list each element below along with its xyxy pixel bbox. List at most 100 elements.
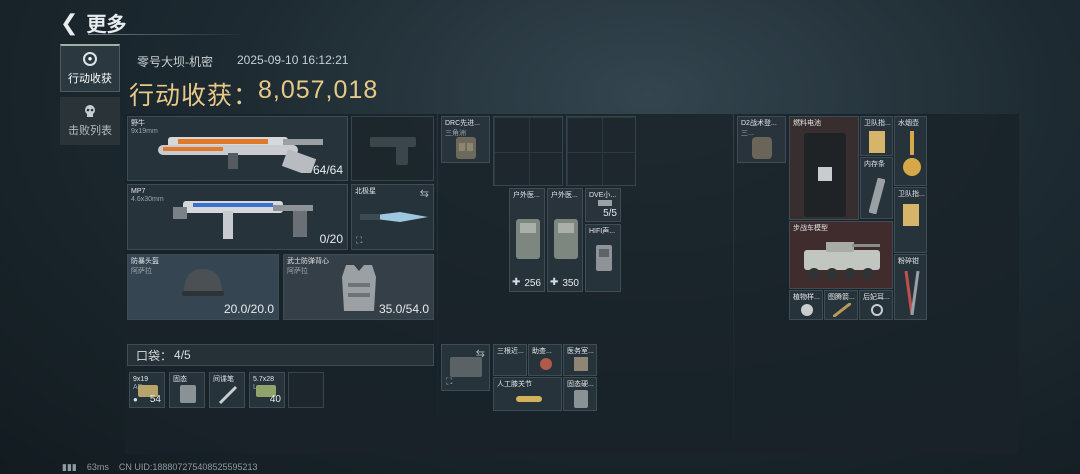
backpack-item[interactable]: 图腾箭...: [824, 290, 858, 320]
backpack-icon: [752, 137, 772, 159]
backpack-item[interactable]: 植物样...: [789, 290, 823, 320]
vest-icon: [342, 265, 376, 311]
back-button[interactable]: ❮ 更多: [60, 8, 126, 37]
backpack-item[interactable]: 卫队指...: [894, 187, 927, 253]
ping: 63ms: [86, 462, 109, 472]
arrow-icon: [833, 303, 851, 317]
memory-stick-icon: [869, 178, 885, 214]
armor-name: 武士防弹背心: [287, 258, 329, 265]
item-icon: [540, 358, 552, 370]
haul-value: 8,057,018: [258, 76, 379, 104]
medkit-icon: [516, 219, 540, 259]
session-datetime: 2025-09-10 16:12:21: [237, 53, 349, 67]
weapon-caliber: 9x19mm: [131, 128, 158, 135]
document-icon: [903, 204, 919, 226]
melee-slot[interactable]: 北极星 ⇆ ⛶: [351, 184, 434, 250]
signal-icon: ▮▮▮: [62, 462, 77, 472]
smg-bizon-icon: [158, 137, 323, 173]
pocket-item[interactable]: 固态: [169, 372, 205, 408]
tab-kill-list[interactable]: 击败列表: [60, 97, 120, 145]
back-label: 更多: [86, 14, 127, 36]
melee-name: 北极星: [355, 188, 376, 195]
pockets-count: 4/5: [174, 348, 191, 362]
swap-icon[interactable]: ⇆: [420, 187, 429, 200]
secure-item[interactable]: 助查...: [528, 344, 562, 376]
unlock-icon: ⛶: [356, 235, 363, 245]
hookah-icon: [903, 131, 921, 176]
fuel-cell-icon: [804, 133, 846, 217]
pockets-label: 口袋：: [136, 348, 173, 363]
pocket-item[interactable]: 5.7x28 L 40: [249, 372, 285, 408]
helmet-name: 防暴头盔: [131, 258, 159, 265]
skull-icon: [85, 105, 95, 117]
secondary-weapon-slot[interactable]: MP7 4.6x30mm 0/20: [127, 184, 348, 250]
target-icon: ●: [83, 51, 97, 66]
backpack-item[interactable]: 燃料电池: [789, 116, 859, 220]
pocket-empty-slot[interactable]: [288, 372, 324, 408]
armor-durability: 35.0/54.0: [378, 302, 429, 316]
rig-item[interactable]: HIFI声...: [585, 224, 621, 292]
dot-icon: ●: [133, 395, 138, 404]
rig-item[interactable]: 户外医... ✚ 350: [547, 188, 583, 292]
pliers-icon: [904, 271, 920, 315]
case-icon: [450, 357, 482, 377]
weapon-name: 野牛: [131, 120, 145, 127]
chest-rig-slot[interactable]: DRC先进... 三角洲: [441, 116, 490, 163]
backpack-item[interactable]: 步战车模型: [789, 221, 893, 289]
backpack-item[interactable]: 卫队指...: [860, 116, 893, 156]
medkit-icon: [554, 219, 578, 259]
user-uid: CN UID:18880727540852559521​3: [118, 462, 258, 472]
secure-case-slot[interactable]: ⇆ ⛶: [441, 344, 490, 391]
haul-label: 行动收获：: [129, 82, 260, 110]
knee-joint-icon: [516, 396, 542, 402]
backpack-item[interactable]: 后妃耳...: [859, 290, 893, 320]
pistol-silhouette-icon: [370, 137, 416, 165]
secure-item[interactable]: 人工膝关节: [493, 377, 562, 411]
rig-item[interactable]: 户外医... ✚ 256: [509, 188, 545, 292]
secure-item[interactable]: 固态硬...: [563, 377, 597, 411]
backpack-slot[interactable]: D2战术登... 三...: [737, 116, 786, 163]
pocket-item[interactable]: 间谍笔: [209, 372, 245, 408]
audio-device-icon: [596, 245, 612, 271]
weapon-ammo: 64/64: [312, 163, 343, 177]
pen-icon: [218, 385, 238, 405]
weapon-name: MP7: [131, 188, 146, 195]
mp7-icon: [173, 201, 313, 239]
weapon-ammo: 0/20: [319, 232, 343, 246]
sidearm-slot[interactable]: [351, 116, 434, 181]
ifv-model-icon: [804, 242, 880, 280]
weapon-caliber: 4.6x30mm: [131, 196, 164, 203]
backpack-item[interactable]: 内存条: [860, 157, 893, 219]
helmet-slot[interactable]: 防暴头盔 阿萨拉 20.0/20.0: [127, 254, 279, 320]
helmet-durability: 20.0/20.0: [223, 302, 274, 316]
secure-item[interactable]: 医务室...: [563, 344, 597, 376]
item-icon: [574, 357, 588, 371]
helmet-icon: [182, 269, 224, 296]
plus-icon: ✚: [512, 277, 521, 288]
pockets-header: 口袋： 4/5: [127, 344, 434, 366]
primary-weapon-slot[interactable]: 野牛 9x19mm 64/64: [127, 116, 348, 181]
empty-grid[interactable]: [566, 116, 636, 186]
map-name: 零号大坝-机密: [137, 55, 213, 69]
ssd-icon: [574, 390, 588, 408]
armor-slot[interactable]: 武士防弹背心 阿萨拉 35.0/54.0: [283, 254, 434, 320]
secure-item[interactable]: 三根近...: [493, 344, 527, 376]
rig-icon: [456, 137, 476, 159]
empty-grid[interactable]: [493, 116, 563, 186]
tab-label: 行动收获: [68, 72, 112, 85]
backpack-item[interactable]: 水烟壶: [894, 116, 927, 186]
tab-label: 击败列表: [68, 125, 112, 137]
plus-icon: ✚: [550, 277, 559, 288]
status-bar: ▮▮▮ 63ms CN UID:18880727540852559521​3: [62, 462, 258, 473]
rig-item[interactable]: DVE小... 5/5: [585, 188, 621, 222]
chevron-left-icon: ❮: [60, 9, 79, 35]
armor-maker: 阿萨拉: [287, 268, 308, 275]
document-icon: [869, 131, 885, 153]
sample-icon: [801, 304, 813, 316]
backpack-item[interactable]: 粉碎钳: [894, 254, 927, 320]
earring-icon: [871, 304, 883, 316]
tab-action-haul[interactable]: ● 行动收获: [60, 44, 120, 92]
header-divider: [88, 34, 248, 35]
ssd-icon: [180, 385, 196, 403]
pocket-item[interactable]: 9x19 AP ● 54: [129, 372, 165, 408]
